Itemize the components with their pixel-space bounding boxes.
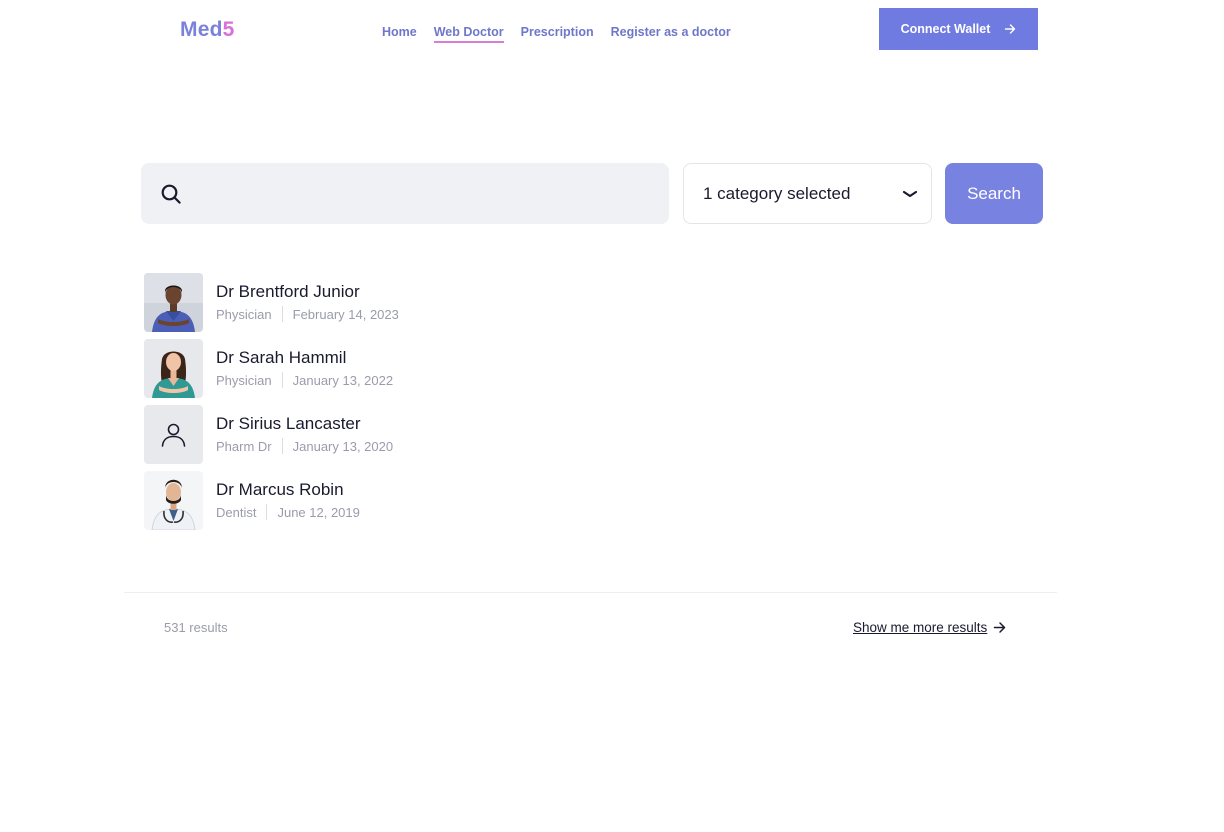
doctor-name: Dr Marcus Robin <box>216 480 344 499</box>
user-icon <box>144 405 203 464</box>
results-count: 531 results <box>164 620 228 635</box>
nav-web-doctor[interactable]: Web Doctor <box>433 25 504 43</box>
meta-divider <box>281 306 283 322</box>
meta-divider <box>281 372 283 388</box>
chevron-down-icon <box>902 190 918 197</box>
doctor-date: January 13, 2022 <box>292 372 394 388</box>
doctor-photo <box>144 273 203 332</box>
doctor-meta: Physician February 14, 2023 <box>216 306 399 322</box>
doctor-date: June 12, 2019 <box>277 504 360 520</box>
doctor-role: Pharm Dr <box>216 438 272 454</box>
doctor-name: Dr Sarah Hammil <box>216 348 347 367</box>
logo-text: Med <box>180 18 223 41</box>
doctor-list-item[interactable]: Dr Brentford Junior Physician February 1… <box>144 273 1044 339</box>
arrow-right-icon <box>1005 24 1016 34</box>
avatar <box>144 471 203 530</box>
avatar <box>144 405 203 464</box>
show-more-label: Show me more results <box>853 620 988 635</box>
doctor-info: Dr Brentford Junior Physician February 1… <box>216 273 399 322</box>
arrow-right-icon <box>994 622 1006 633</box>
category-select-label: 1 category selected <box>703 183 851 203</box>
meta-divider <box>281 438 283 454</box>
connect-wallet-button[interactable]: Connect Wallet <box>879 8 1038 50</box>
doctor-role: Physician <box>216 306 272 322</box>
search-box <box>141 163 669 224</box>
nav-register-doctor[interactable]: Register as a doctor <box>611 25 731 43</box>
main-nav: Home Web Doctor Prescription Register as… <box>382 25 731 43</box>
search-input[interactable] <box>196 163 669 224</box>
doctor-name: Dr Brentford Junior <box>216 282 360 301</box>
page: Med5 Home Web Doctor Prescription Regist… <box>0 0 1224 832</box>
doctor-meta: Pharm Dr January 13, 2020 <box>216 438 393 454</box>
doctor-list-item[interactable]: Dr Marcus Robin Dentist June 12, 2019 <box>144 471 1044 537</box>
doctor-meta: Dentist June 12, 2019 <box>216 504 360 520</box>
doctor-info: Dr Sirius Lancaster Pharm Dr January 13,… <box>216 405 393 454</box>
doctor-name: Dr Sirius Lancaster <box>216 414 361 433</box>
show-more-results-link[interactable]: Show me more results <box>853 620 1006 635</box>
doctor-date: February 14, 2023 <box>292 306 399 322</box>
avatar <box>144 339 203 398</box>
search-button[interactable]: Search <box>945 163 1043 224</box>
doctor-role: Dentist <box>216 504 257 520</box>
nav-home[interactable]: Home <box>382 25 417 43</box>
nav-prescription[interactable]: Prescription <box>521 25 594 43</box>
avatar <box>144 273 203 332</box>
doctor-list-item[interactable]: Dr Sarah Hammil Physician January 13, 20… <box>144 339 1044 405</box>
doctor-date: January 13, 2020 <box>292 438 394 454</box>
logo-accent: 5 <box>222 18 235 41</box>
doctor-role: Physician <box>216 372 272 388</box>
search-icon <box>161 184 181 204</box>
doctor-info: Dr Sarah Hammil Physician January 13, 20… <box>216 339 393 388</box>
results-divider <box>124 592 1057 593</box>
doctor-photo <box>144 471 203 530</box>
doctor-meta: Physician January 13, 2022 <box>216 372 393 388</box>
connect-wallet-label: Connect Wallet <box>900 22 991 36</box>
meta-divider <box>266 504 268 520</box>
doctor-list-item[interactable]: Dr Sirius Lancaster Pharm Dr January 13,… <box>144 405 1044 471</box>
category-select[interactable]: 1 category selected <box>683 163 932 224</box>
doctor-photo <box>144 339 203 398</box>
logo[interactable]: Med5 <box>180 18 235 42</box>
doctor-list: Dr Brentford Junior Physician February 1… <box>144 273 1044 537</box>
doctor-info: Dr Marcus Robin Dentist June 12, 2019 <box>216 471 360 520</box>
